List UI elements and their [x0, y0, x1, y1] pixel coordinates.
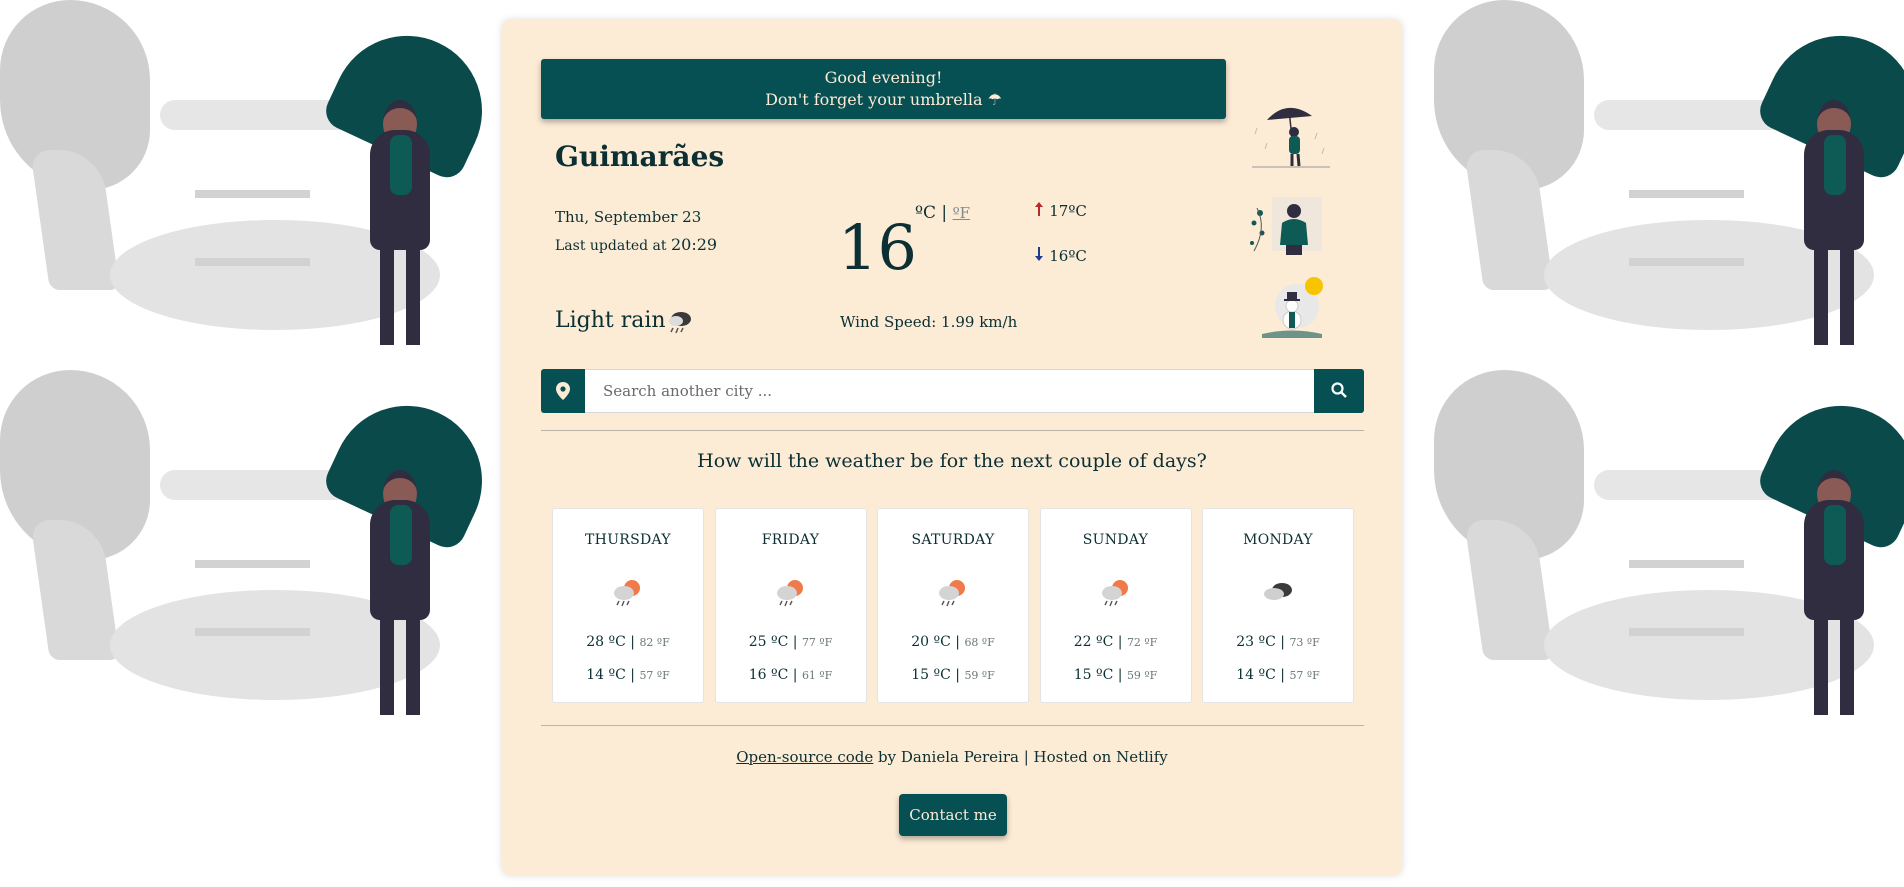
search-icon: [1331, 381, 1347, 401]
day-name: SUNDAY: [1082, 532, 1149, 548]
day-max-f: 73 ºF: [1289, 636, 1320, 649]
day-max-c: 23 ºC: [1236, 634, 1276, 650]
last-updated-time: 20:29: [670, 235, 718, 254]
min-temperature: 16ºC: [1034, 247, 1087, 265]
footer-credits: Open-source code by Daniela Pereira | Ho…: [502, 748, 1402, 766]
day-max-temp: 25 ºC | 77 ºF: [748, 634, 833, 650]
day-max-temp: 20 ºC | 68 ºF: [911, 634, 995, 650]
weather-description: Light rain: [555, 308, 666, 333]
day-min-f: 61 ºF: [801, 669, 833, 682]
wind-speed: Wind Speed: 1.99 km/h: [840, 313, 1018, 331]
rain-walk-illustration: [1434, 370, 1904, 740]
current-temperature: 16: [838, 211, 917, 284]
last-updated: Last updated at 20:29: [555, 235, 717, 254]
open-source-link[interactable]: Open-source code: [736, 748, 873, 766]
fahrenheit-link[interactable]: ºF: [953, 204, 970, 222]
day-min-c: 15 ºC: [1073, 667, 1114, 683]
footer-text: by Daniela Pereira | Hosted on Netlify: [873, 748, 1168, 766]
day-min-c: 16 ºC: [748, 667, 789, 683]
rain-sun-icon: [1098, 574, 1134, 610]
divider: [541, 725, 1364, 726]
arrow-up-icon: [1034, 202, 1049, 220]
day-min-c: 14 ºC: [1236, 667, 1276, 683]
greeting-banner: Good evening! Don't forget your umbrella…: [541, 59, 1226, 119]
day-name: FRIDAY: [761, 532, 820, 548]
day-name: SATURDAY: [911, 532, 995, 548]
forecast-list: THURSDAY 28 ºC | 82 ºF 14 ºC | 57 ºF FRI…: [552, 508, 1354, 703]
umbrella-person-icon: [1242, 98, 1332, 168]
forecast-day-card: MONDAY 23 ºC | 73 ºF 14 ºC | 57 ºF: [1202, 508, 1354, 703]
day-max-temp: 28 ºC | 82 ºF: [586, 634, 670, 650]
day-min-f: 57 ºF: [1289, 669, 1320, 682]
day-min-c: 15 ºC: [911, 667, 951, 683]
unit-separator: |: [941, 203, 948, 223]
day-max-c: 28 ºC: [586, 634, 626, 650]
rain-walk-illustration: [1434, 0, 1904, 370]
day-min-f: 57 ºF: [639, 669, 670, 682]
day-max-temp: 23 ºC | 73 ºF: [1236, 634, 1320, 650]
day-min-c: 14 ºC: [586, 667, 626, 683]
day-min-temp: 16 ºC | 61 ºF: [748, 667, 833, 683]
contact-me-button[interactable]: Contact me: [899, 794, 1007, 836]
day-min-temp: 15 ºC | 59 ºF: [911, 667, 995, 683]
map-pin-icon[interactable]: [541, 369, 585, 413]
max-temperature-value: 17ºC: [1049, 202, 1087, 220]
day-max-f: 77 ºF: [801, 636, 833, 649]
search-bar: [541, 369, 1364, 413]
day-max-c: 22 ºC: [1073, 634, 1114, 650]
celsius-link[interactable]: ºC: [915, 203, 936, 223]
day-name: THURSDAY: [585, 532, 671, 548]
rain-walk-illustration: [0, 0, 507, 370]
rain-walk-illustration: [0, 370, 507, 740]
autumn-person-icon: [1242, 193, 1332, 263]
min-temperature-value: 16ºC: [1049, 247, 1087, 265]
search-button[interactable]: [1314, 369, 1364, 413]
day-min-temp: 14 ºC | 57 ºF: [1236, 667, 1320, 683]
max-temperature: 17ºC: [1034, 202, 1087, 220]
forecast-day-card: SATURDAY 20 ºC | 68 ºF 15 ºC | 59 ºF: [877, 508, 1029, 703]
forecast-day-card: THURSDAY 28 ºC | 82 ºF 14 ºC | 57 ºF: [552, 508, 704, 703]
day-min-temp: 15 ºC | 59 ºF: [1073, 667, 1158, 683]
forecast-title: How will the weather be for the next cou…: [697, 450, 1207, 472]
rain-sun-icon: [773, 574, 809, 610]
light-rain-icon: [665, 308, 693, 338]
day-max-f: 68 ºF: [964, 636, 995, 649]
clouds-icon: [1260, 574, 1296, 610]
day-max-f: 82 ºF: [639, 636, 670, 649]
day-max-temp: 22 ºC | 72 ºF: [1073, 634, 1158, 650]
day-name: MONDAY: [1243, 532, 1313, 548]
forecast-day-card: FRIDAY 25 ºC | 77 ºF 16 ºC | 61 ºF: [714, 508, 867, 703]
unit-switch: ºC | ºF: [915, 203, 970, 223]
current-date: Thu, September 23: [555, 208, 702, 226]
day-min-temp: 14 ºC | 57 ºF: [586, 667, 670, 683]
day-max-c: 20 ºC: [911, 634, 951, 650]
arrow-down-icon: [1034, 247, 1049, 265]
greeting-line-2: Don't forget your umbrella ☂: [765, 90, 1002, 109]
day-min-f: 59 ºF: [964, 669, 995, 682]
day-min-f: 59 ºF: [1126, 669, 1158, 682]
rain-sun-icon: [935, 574, 971, 610]
snowman-icon: [1242, 272, 1332, 342]
day-max-c: 25 ºC: [748, 634, 789, 650]
rain-sun-icon: [610, 574, 646, 610]
last-updated-label: Last updated at: [555, 238, 667, 254]
weather-card: Good evening! Don't forget your umbrella…: [502, 20, 1402, 875]
greeting-line-1: Good evening!: [824, 68, 943, 87]
divider: [541, 430, 1364, 431]
city-name: Guimarães: [555, 140, 725, 173]
forecast-day-card: SUNDAY 22 ºC | 72 ºF 15 ºC | 59 ºF: [1039, 508, 1192, 703]
city-search-input[interactable]: [585, 369, 1314, 413]
day-max-f: 72 ºF: [1126, 636, 1158, 649]
